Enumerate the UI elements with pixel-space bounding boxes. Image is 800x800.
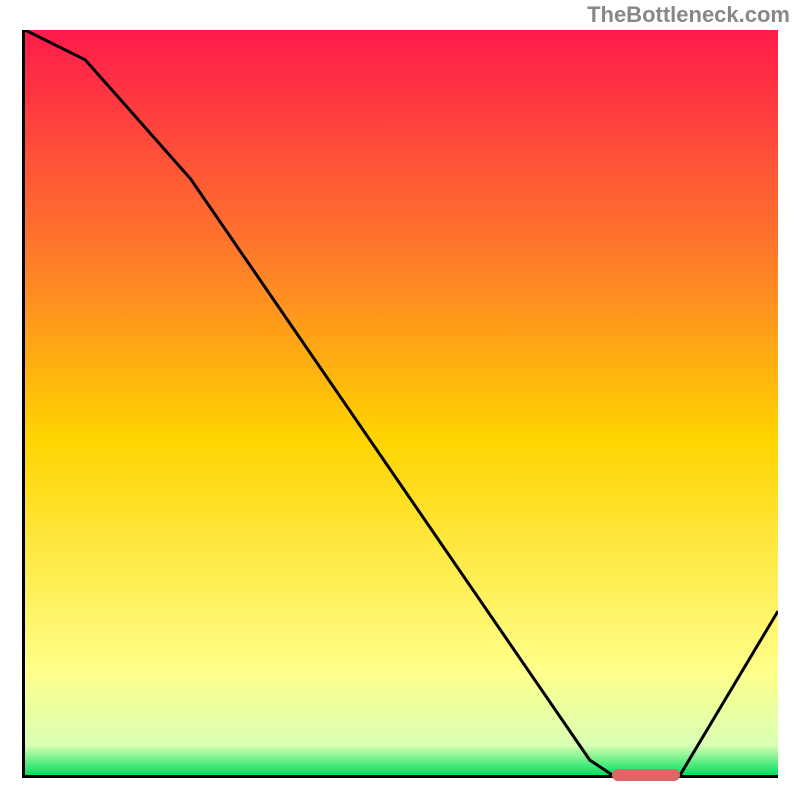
plot-area — [22, 30, 778, 778]
attribution-text: TheBottleneck.com — [587, 2, 790, 28]
curve-path — [25, 30, 778, 775]
chart-container: TheBottleneck.com — [0, 0, 800, 800]
optimal-range-marker — [612, 769, 680, 781]
bottleneck-curve — [25, 30, 778, 775]
